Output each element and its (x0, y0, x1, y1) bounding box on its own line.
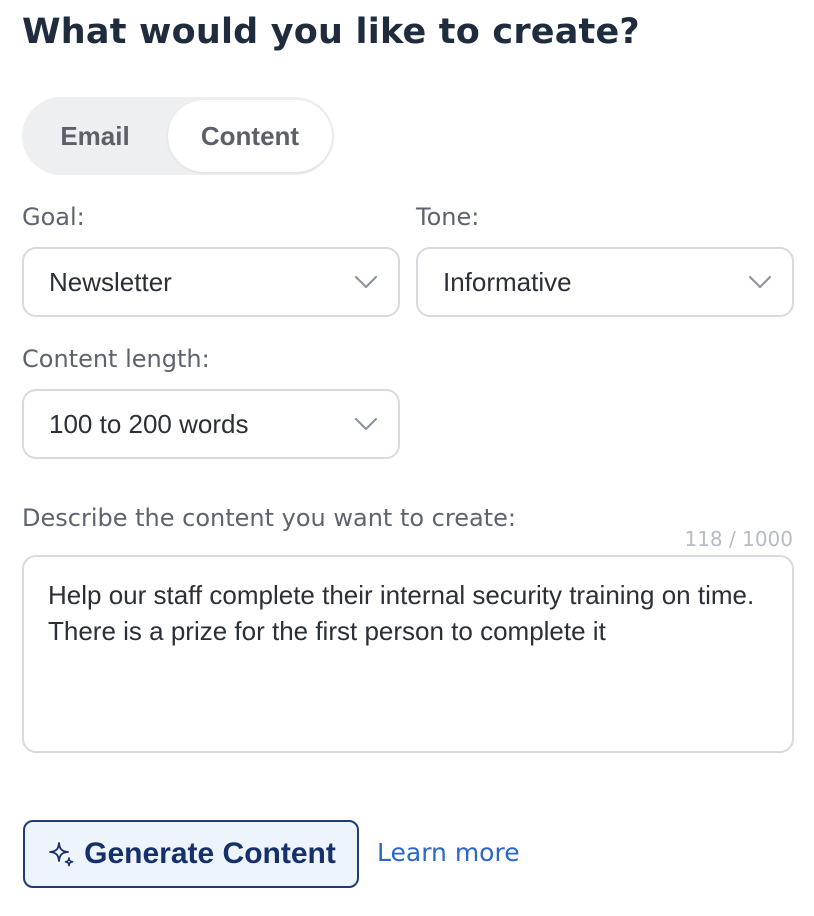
description-label: Describe the content you want to create: (22, 504, 516, 532)
length-value: 100 to 200 words (49, 408, 249, 439)
chevron-down-icon (354, 275, 378, 289)
learn-more-link[interactable]: Learn more (377, 838, 520, 867)
tone-select[interactable]: Informative (416, 247, 794, 317)
goal-label: Goal: (22, 203, 85, 231)
sparkle-icon (49, 842, 74, 867)
page-title: What would you like to create? (22, 12, 640, 52)
description-textarea[interactable]: Help our staff complete their internal s… (22, 555, 794, 753)
length-label: Content length: (22, 345, 210, 373)
toggle-email[interactable]: Email (22, 97, 168, 175)
mode-toggle: Email Content (22, 97, 334, 175)
chevron-down-icon (748, 275, 772, 289)
tone-label: Tone: (416, 203, 480, 231)
tone-value: Informative (443, 266, 572, 297)
length-select[interactable]: 100 to 200 words (22, 389, 400, 459)
toggle-content[interactable]: Content (168, 100, 332, 172)
goal-select[interactable]: Newsletter (22, 247, 400, 317)
character-counter: 118 / 1000 (684, 527, 793, 551)
generate-content-label: Generate Content (84, 837, 336, 870)
goal-value: Newsletter (49, 266, 172, 297)
generate-content-button[interactable]: Generate Content (23, 820, 359, 888)
chevron-down-icon (354, 417, 378, 431)
